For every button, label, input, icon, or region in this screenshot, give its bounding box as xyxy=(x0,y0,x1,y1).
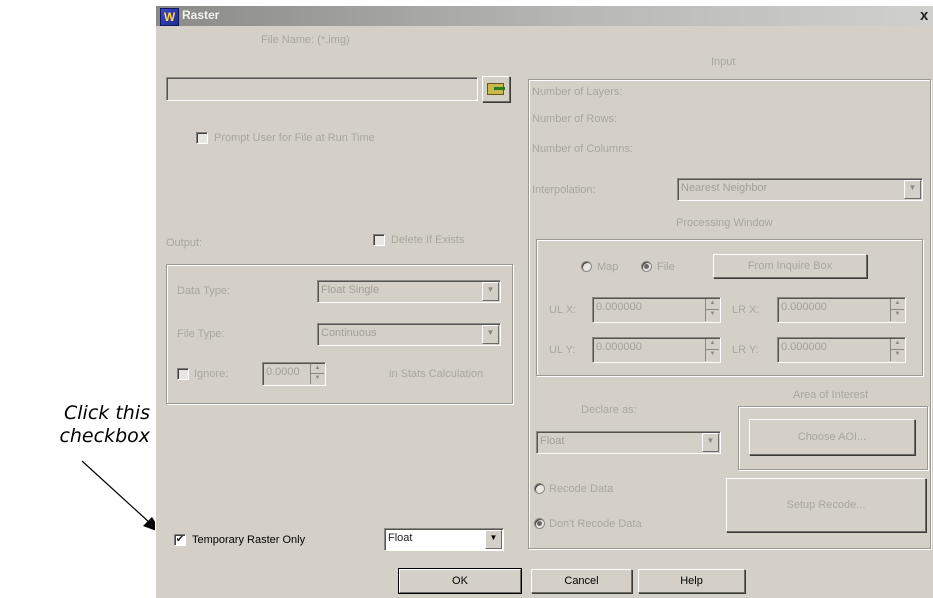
chevron-down-icon: ▼ xyxy=(482,282,499,301)
spin-up-icon[interactable]: ▲ xyxy=(706,339,719,350)
ignore-value-stepper[interactable]: 0.0000 ▲ ▼ xyxy=(262,362,326,386)
ulx-value: 0.000000 xyxy=(596,301,642,313)
ok-button[interactable]: OK xyxy=(398,568,522,594)
spin-up-icon[interactable]: ▲ xyxy=(311,364,324,374)
output-label: Output: xyxy=(166,237,203,249)
help-button[interactable]: Help xyxy=(638,569,745,593)
file-radio-label: File xyxy=(657,261,675,273)
recode-data-radio[interactable] xyxy=(534,483,545,494)
temporary-raster-label: Temporary Raster Only xyxy=(192,534,306,546)
cancel-button[interactable]: Cancel xyxy=(531,569,632,593)
lrx-stepper[interactable]: 0.000000 ▲ ▼ xyxy=(777,297,906,323)
prompt-at-runtime-checkbox[interactable] xyxy=(196,132,208,144)
temporary-raster-checkbox[interactable]: ✔ xyxy=(174,534,186,546)
interpolation-select[interactable]: Nearest Neighbor ▼ xyxy=(677,178,923,201)
lry-value: 0.000000 xyxy=(781,341,827,353)
close-icon[interactable]: x xyxy=(920,7,928,24)
callout-text: Click this checkbox xyxy=(0,402,150,448)
spin-down-icon[interactable]: ▼ xyxy=(891,350,904,361)
file-name-input[interactable] xyxy=(166,77,478,101)
data-type-value: Float Single xyxy=(321,284,380,296)
number-of-layers-label: Number of Layers: xyxy=(532,86,623,98)
browse-file-button[interactable] xyxy=(482,76,510,102)
from-inquire-box-button[interactable]: From Inquire Box xyxy=(713,254,867,278)
file-type-label: File Type: xyxy=(177,328,225,340)
check-mark-icon: ✔ xyxy=(175,534,185,545)
delete-if-exists-checkbox[interactable] xyxy=(373,234,385,246)
processing-window-group: Map File From Inquire Box UL X: 0.000000… xyxy=(536,239,923,376)
file-radio[interactable] xyxy=(641,261,652,272)
lry-label: LR Y: xyxy=(732,344,759,356)
file-type-value: Continuous xyxy=(321,327,377,339)
dont-recode-data-radio[interactable] xyxy=(534,518,545,529)
uly-label: UL Y: xyxy=(549,344,576,356)
app-logo-icon: W xyxy=(160,8,179,26)
folder-open-icon xyxy=(487,83,505,95)
stats-calculation-label: in Stats Calculation xyxy=(389,368,484,380)
spin-down-icon[interactable]: ▼ xyxy=(311,374,324,384)
spin-down-icon[interactable]: ▼ xyxy=(706,310,719,321)
spin-control[interactable]: ▲ ▼ xyxy=(705,299,719,321)
number-of-rows-label: Number of Rows: xyxy=(532,113,617,125)
raster-dialog: W Raster x File Name: (*.img) Prompt Use… xyxy=(155,5,933,598)
area-of-interest-group: Choose AOI... xyxy=(738,406,928,470)
number-of-columns-label: Number of Columns: xyxy=(532,143,633,155)
ignore-checkbox[interactable] xyxy=(177,368,189,380)
spin-down-icon[interactable]: ▼ xyxy=(706,350,719,361)
uly-stepper[interactable]: 0.000000 ▲ ▼ xyxy=(592,337,721,363)
choose-aoi-button[interactable]: Choose AOI... xyxy=(749,419,915,455)
file-name-label: File Name: (*.img) xyxy=(261,34,350,46)
temporary-type-value: Float xyxy=(388,532,413,544)
spin-control[interactable]: ▲ ▼ xyxy=(705,339,719,361)
spin-up-icon[interactable]: ▲ xyxy=(891,299,904,310)
declare-as-label: Declare as: xyxy=(581,404,637,416)
data-type-select[interactable]: Float Single ▼ xyxy=(317,280,501,303)
callout-line-1: Click this xyxy=(64,402,150,424)
data-type-label: Data Type: xyxy=(177,285,230,297)
declare-as-value: Float xyxy=(540,435,565,447)
processing-window-label: Processing Window xyxy=(676,217,773,229)
spin-down-icon[interactable]: ▼ xyxy=(891,310,904,321)
delete-if-exists-label: Delete If Exists xyxy=(391,234,465,246)
dont-recode-data-label: Don't Recode Data xyxy=(549,518,642,530)
lry-stepper[interactable]: 0.000000 ▲ ▼ xyxy=(777,337,906,363)
interpolation-value: Nearest Neighbor xyxy=(681,182,768,194)
temporary-type-select[interactable]: Float ▼ xyxy=(384,528,504,551)
spin-control[interactable]: ▲ ▼ xyxy=(310,364,324,384)
prompt-at-runtime-label: Prompt User for File at Run Time xyxy=(214,132,375,144)
ulx-label: UL X: xyxy=(549,304,577,316)
spin-up-icon[interactable]: ▲ xyxy=(706,299,719,310)
callout-line-2: checkbox xyxy=(59,425,150,447)
interpolation-label: Interpolation: xyxy=(532,184,596,196)
map-radio-label: Map xyxy=(597,261,619,273)
chevron-down-icon: ▼ xyxy=(904,180,921,199)
declare-as-select[interactable]: Float ▼ xyxy=(536,431,721,454)
ignore-value: 0.0000 xyxy=(266,366,300,378)
spin-control[interactable]: ▲ ▼ xyxy=(890,339,904,361)
spin-up-icon[interactable]: ▲ xyxy=(891,339,904,350)
setup-recode-button[interactable]: Setup Recode... xyxy=(726,478,926,532)
ulx-stepper[interactable]: 0.000000 ▲ ▼ xyxy=(592,297,721,323)
title-bar[interactable]: W Raster x xyxy=(156,6,933,26)
uly-value: 0.000000 xyxy=(596,341,642,353)
lrx-value: 0.000000 xyxy=(781,301,827,313)
area-of-interest-label: Area of Interest xyxy=(793,389,869,401)
chevron-down-icon: ▼ xyxy=(485,530,502,549)
lrx-label: LR X: xyxy=(732,304,760,316)
file-type-select[interactable]: Continuous ▼ xyxy=(317,323,501,346)
chevron-down-icon: ▼ xyxy=(702,433,719,452)
chevron-down-icon: ▼ xyxy=(482,325,499,344)
input-label: Input xyxy=(711,56,736,68)
recode-data-label: Recode Data xyxy=(549,483,614,495)
window-title: Raster xyxy=(182,8,220,22)
map-radio[interactable] xyxy=(581,261,592,272)
spin-control[interactable]: ▲ ▼ xyxy=(890,299,904,321)
ignore-label: Ignore: xyxy=(194,368,229,380)
output-group: Data Type: Float Single ▼ File Type: Con… xyxy=(166,264,513,404)
